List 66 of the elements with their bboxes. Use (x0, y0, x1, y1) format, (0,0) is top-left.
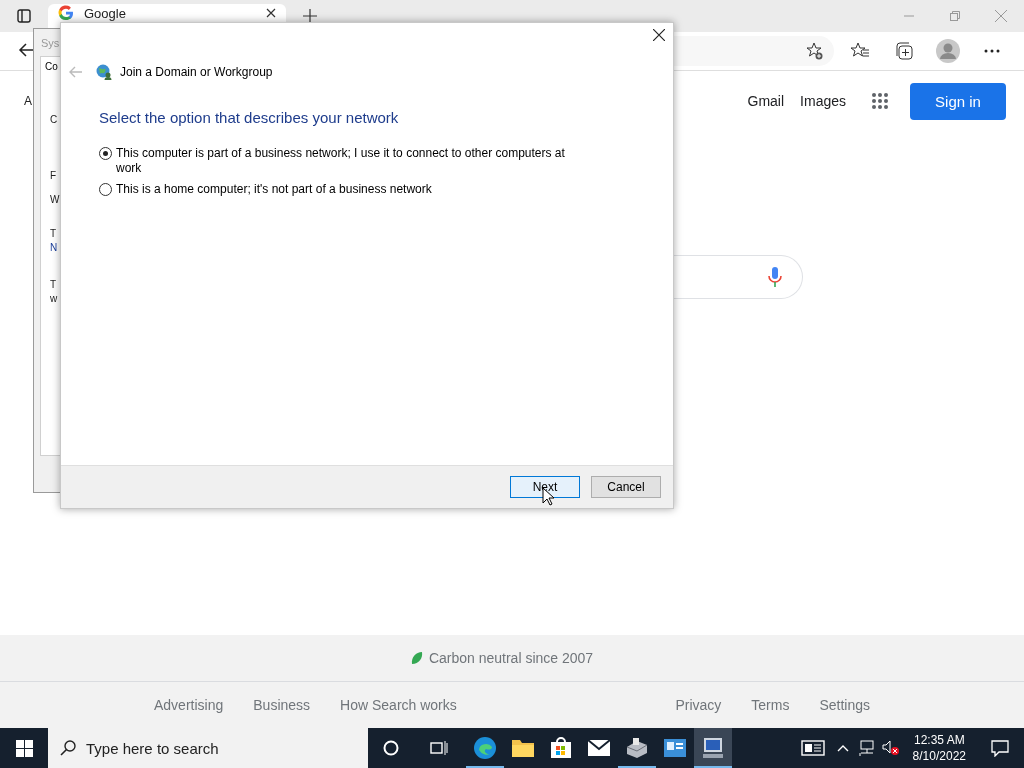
more-icon[interactable] (984, 49, 1000, 53)
back-arrow-icon[interactable] (18, 42, 34, 58)
profile-avatar-icon[interactable] (936, 39, 960, 63)
header-link[interactable]: Images (800, 93, 846, 109)
chevron-up-icon[interactable] (836, 744, 849, 752)
footer-link[interactable]: How Search works (340, 697, 457, 713)
collections-icon[interactable] (895, 42, 913, 60)
page-text: A (24, 94, 32, 108)
header-link[interactable]: Gmail (747, 93, 785, 109)
panel-text: T (49, 278, 57, 292)
edge-icon (473, 736, 497, 760)
radio-button[interactable] (99, 183, 112, 196)
footer-link[interactable]: Privacy (675, 697, 722, 713)
network-icon[interactable] (857, 740, 876, 756)
sign-in-button[interactable]: Sign in (910, 82, 1006, 120)
globe-user-icon (96, 64, 112, 80)
panel-text: W (49, 193, 60, 207)
clock[interactable]: 12:35 AM 8/10/2022 (902, 732, 976, 764)
panel-text: T (49, 227, 57, 241)
carbon-neutral-text: Carbon neutral since 2007 (428, 650, 594, 666)
notification-icon[interactable] (991, 739, 1009, 757)
window-title: Sys (40, 36, 61, 51)
clock-time: 12:35 AM (913, 732, 965, 748)
microphone-icon[interactable] (768, 267, 782, 287)
tab-title: Google (84, 5, 127, 21)
store-bag-icon (550, 737, 572, 759)
envelope-icon (587, 739, 611, 757)
dialog-title: Join a Domain or Workgroup (120, 65, 273, 79)
task-view-icon[interactable] (430, 740, 448, 756)
dialog-heading: Select the option that describes your network (99, 109, 400, 126)
option-label: This is a home computer; it's not part of a business network (116, 182, 432, 197)
footer-link[interactable]: Advertising (154, 697, 224, 713)
panel-text: w (49, 292, 58, 306)
apps-grid-icon[interactable] (871, 92, 889, 110)
footer-link[interactable]: Settings (819, 697, 870, 713)
taskbar-app[interactable] (694, 728, 732, 768)
computer-icon (701, 737, 725, 759)
folder-icon (511, 738, 535, 758)
control-panel-icon (663, 738, 687, 758)
add-favorite-icon[interactable] (806, 42, 824, 60)
volume-muted-icon[interactable] (881, 740, 900, 756)
radio-button[interactable] (99, 147, 112, 160)
panel-text: F (49, 169, 57, 183)
link-text[interactable]: N (45, 241, 58, 255)
search-placeholder: Type here to search (86, 739, 219, 757)
clock-date: 8/10/2022 (912, 748, 966, 764)
footer-link[interactable]: Terms (751, 697, 790, 713)
leaf-icon (410, 651, 423, 665)
windows-start-icon[interactable] (15, 739, 33, 757)
disk-drive-icon (625, 737, 649, 759)
cancel-button[interactable]: Cancel (591, 476, 661, 498)
tab-actions-icon[interactable] (17, 9, 31, 23)
favorites-icon[interactable] (851, 42, 869, 60)
search-icon (60, 740, 76, 756)
next-button[interactable]: Next (510, 476, 580, 498)
google-favicon-icon (58, 5, 74, 21)
close-tab-icon[interactable] (266, 8, 276, 18)
new-tab-icon[interactable] (303, 9, 317, 23)
news-icon[interactable] (800, 740, 825, 756)
radio-option[interactable]: This is a home computer; it's not part of a business network (99, 182, 579, 197)
close-icon[interactable] (653, 29, 665, 41)
cortana-circle-icon[interactable] (383, 740, 399, 756)
footer-link[interactable]: Business (253, 697, 311, 713)
taskbar-search-field[interactable]: Type here to search (48, 728, 368, 768)
panel-tab[interactable]: Co (45, 61, 58, 73)
panel-text: C (49, 113, 58, 127)
